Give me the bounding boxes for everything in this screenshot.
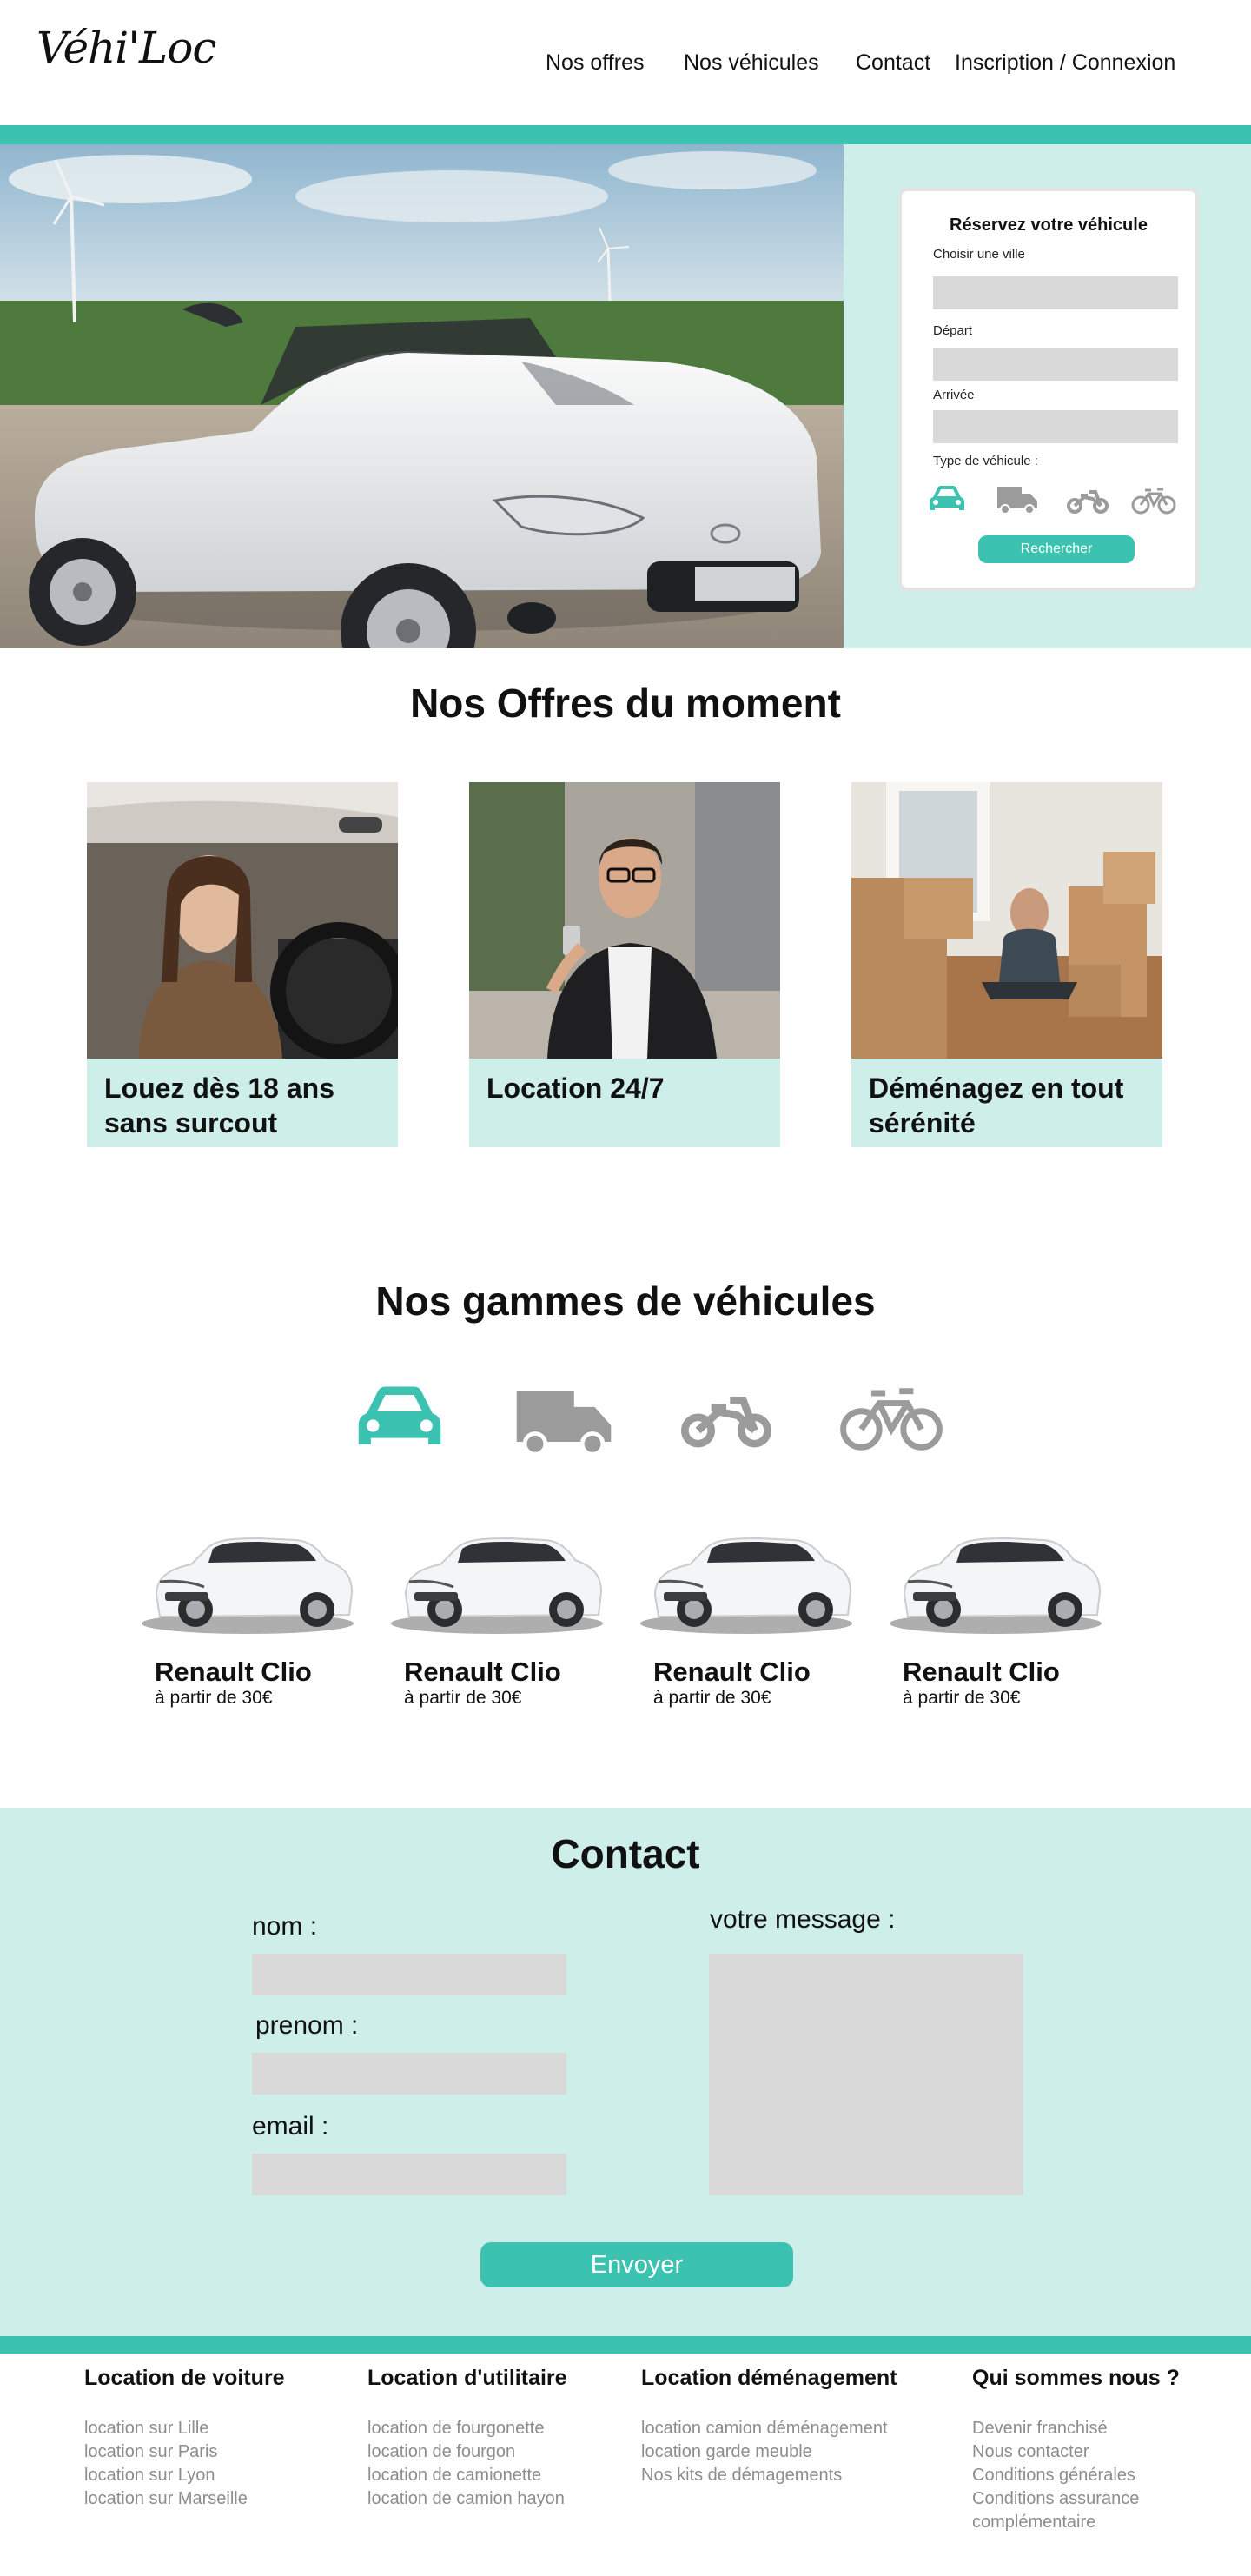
vehicle-card[interactable]: Renault Clio à partir de 30€ bbox=[388, 1512, 606, 1712]
footer-link[interactable]: location sur Paris bbox=[84, 2440, 285, 2464]
car-icon[interactable] bbox=[354, 1380, 445, 1459]
nav-offers[interactable]: Nos offres bbox=[546, 50, 644, 76]
car-icon[interactable] bbox=[928, 483, 966, 519]
footer-link[interactable]: location sur Lille bbox=[84, 2417, 285, 2440]
departure-label: Départ bbox=[933, 323, 973, 338]
vehicle-card[interactable]: Renault Clio à partir de 30€ bbox=[887, 1512, 1104, 1712]
vehicle-name: Renault Clio bbox=[653, 1656, 811, 1687]
man-with-phone-photo bbox=[469, 782, 780, 1059]
footer-link[interactable]: location de fourgonette bbox=[367, 2417, 567, 2440]
footer-column-car-rental: Location de voiture location sur Lille l… bbox=[84, 2366, 285, 2511]
ranges-title: Nos gammes de véhicules bbox=[375, 1278, 876, 1324]
bicycle-icon[interactable] bbox=[1131, 487, 1176, 519]
footer-column-moving: Location déménagement location camion dé… bbox=[641, 2366, 897, 2487]
city-input[interactable] bbox=[933, 276, 1178, 309]
departure-input[interactable] bbox=[933, 348, 1178, 381]
offer-card-moving[interactable]: Déménagez en tout sérénité bbox=[851, 782, 1162, 1147]
arrival-label: Arrivée bbox=[933, 388, 975, 402]
footer-column-title: Location de voiture bbox=[84, 2366, 285, 2390]
footer-column-utility-rental: Location d'utilitaire location de fourgo… bbox=[367, 2366, 567, 2511]
footer-link[interactable]: location sur Marseille bbox=[84, 2487, 285, 2511]
vehicle-name: Renault Clio bbox=[404, 1656, 561, 1687]
footer-link[interactable]: location de camionette bbox=[367, 2464, 567, 2487]
nav-vehicles[interactable]: Nos véhicules bbox=[684, 50, 819, 76]
booking-form: Réservez votre véhicule Choisir une vill… bbox=[898, 188, 1199, 591]
vehicle-price: à partir de 30€ bbox=[903, 1688, 1021, 1708]
footer-link[interactable]: Conditions assurance complémentaire bbox=[972, 2487, 1189, 2534]
hero-section: Réservez votre véhicule Choisir une vill… bbox=[0, 144, 1251, 648]
offer-caption: Déménagez en tout sérénité bbox=[851, 1059, 1162, 1147]
site-header: Véhi'Loc Nos offres Nos véhicules Contac… bbox=[0, 0, 1251, 125]
city-label: Choisir une ville bbox=[933, 247, 1025, 262]
moving-boxes-photo bbox=[851, 782, 1162, 1059]
footer-column-title: Location d'utilitaire bbox=[367, 2366, 567, 2390]
offer-card-24-7[interactable]: Location 24/7 bbox=[469, 782, 780, 1147]
message-textarea[interactable] bbox=[709, 1954, 1023, 2195]
accent-band-bottom bbox=[0, 2336, 1251, 2354]
footer-link[interactable]: location sur Lyon bbox=[84, 2464, 285, 2487]
send-button[interactable]: Envoyer bbox=[480, 2242, 793, 2287]
renault-clio-photo bbox=[640, 1537, 852, 1634]
footer-column-title: Location déménagement bbox=[641, 2366, 897, 2390]
nav-contact[interactable]: Contact bbox=[856, 50, 930, 76]
vehicle-price: à partir de 30€ bbox=[404, 1688, 522, 1708]
offers-title: Nos Offres du moment bbox=[410, 681, 841, 726]
renault-clio-photo bbox=[890, 1537, 1102, 1634]
site-footer: Location de voiture location sur Lille l… bbox=[0, 2354, 1251, 2576]
footer-link[interactable]: Nos kits de démagements bbox=[641, 2464, 897, 2487]
footer-link[interactable]: location de camion hayon bbox=[367, 2487, 567, 2511]
nom-label: nom : bbox=[252, 1912, 318, 1941]
motorbike-icon[interactable] bbox=[1067, 487, 1109, 519]
nav-login[interactable]: Inscription / Connexion bbox=[955, 50, 1175, 76]
vehicle-price: à partir de 30€ bbox=[653, 1688, 771, 1708]
contact-section: Contact nom : prenom : email : votre mes… bbox=[0, 1808, 1251, 2336]
hero-car-photo bbox=[0, 144, 844, 648]
arrival-input[interactable] bbox=[933, 410, 1178, 443]
footer-link[interactable]: location garde meuble bbox=[641, 2440, 897, 2464]
footer-link[interactable]: location camion déménagement bbox=[641, 2417, 897, 2440]
offer-card-young-driver[interactable]: Louez dès 18 ans sans surcout bbox=[87, 782, 398, 1147]
prenom-input[interactable] bbox=[252, 2053, 566, 2095]
vehicle-price: à partir de 30€ bbox=[155, 1688, 273, 1708]
booking-title: Réservez votre véhicule bbox=[950, 216, 1148, 235]
footer-link[interactable]: Conditions générales bbox=[972, 2464, 1233, 2487]
search-button[interactable]: Rechercher bbox=[978, 535, 1135, 563]
vehicle-card[interactable]: Renault Clio à partir de 30€ bbox=[638, 1512, 855, 1712]
message-label: votre message : bbox=[710, 1905, 896, 1934]
email-input[interactable] bbox=[252, 2154, 566, 2195]
young-driver-photo bbox=[87, 782, 398, 1059]
site-logo[interactable]: Véhi'Loc bbox=[36, 23, 216, 73]
renault-clio-photo bbox=[142, 1537, 354, 1634]
accent-band-top bbox=[0, 125, 1251, 144]
prenom-label: prenom : bbox=[255, 2011, 359, 2040]
offer-caption: Louez dès 18 ans sans surcout bbox=[87, 1059, 398, 1147]
footer-column-about: Qui sommes nous ? Devenir franchisé Nous… bbox=[972, 2366, 1233, 2534]
vehicle-name: Renault Clio bbox=[903, 1656, 1060, 1687]
email-label: email : bbox=[252, 2112, 329, 2141]
footer-link[interactable]: location de fourgon bbox=[367, 2440, 567, 2464]
truck-icon[interactable] bbox=[996, 483, 1039, 519]
bicycle-icon[interactable] bbox=[839, 1382, 943, 1461]
nom-input[interactable] bbox=[252, 1954, 566, 1995]
vehicle-name: Renault Clio bbox=[155, 1656, 312, 1687]
footer-link[interactable]: Nous contacter bbox=[972, 2440, 1233, 2464]
offer-caption: Location 24/7 bbox=[469, 1059, 780, 1147]
footer-column-title: Qui sommes nous ? bbox=[972, 2366, 1180, 2390]
truck-icon[interactable] bbox=[513, 1382, 615, 1461]
renault-clio-photo bbox=[391, 1537, 603, 1634]
contact-title: Contact bbox=[551, 1831, 700, 1876]
motorbike-icon[interactable] bbox=[681, 1389, 771, 1454]
footer-link[interactable]: Devenir franchisé bbox=[972, 2417, 1233, 2440]
vehicle-card[interactable]: Renault Clio à partir de 30€ bbox=[139, 1512, 356, 1712]
vehicle-type-label: Type de véhicule : bbox=[933, 454, 1038, 468]
